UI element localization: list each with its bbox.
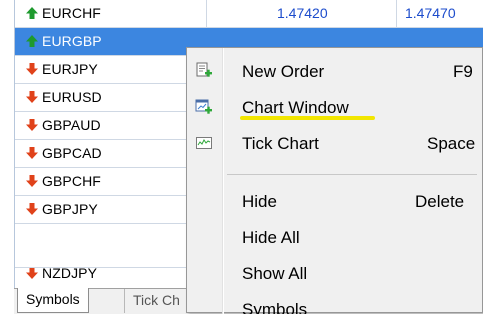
- menu-item-shortcut: Space: [427, 134, 476, 153]
- symbol-cell-blank: [15, 224, 207, 267]
- up-arrow-icon: [26, 35, 38, 47]
- symbol-label: GBPCAD: [42, 145, 102, 161]
- symbol-label: GBPJPY: [42, 201, 98, 217]
- menu-item-shortcut: Delete: [415, 192, 465, 211]
- menu-item-tick-chart[interactable]: Tick Chart Space: [187, 126, 482, 160]
- menu-item-label: Hide: [242, 192, 277, 211]
- symbol-label: EURCHF: [42, 5, 101, 21]
- menu-item-label: Symbols: [242, 300, 308, 314]
- symbol-label: EURJPY: [42, 61, 98, 77]
- down-arrow-icon: [26, 119, 38, 131]
- symbol-cell: EURCHF: [15, 0, 207, 27]
- down-arrow-icon: [26, 147, 38, 159]
- column-divider: [396, 0, 397, 27]
- symbol-cell: EURJPY: [15, 56, 207, 83]
- symbol-cell: GBPCAD: [15, 140, 207, 167]
- tab-symbols[interactable]: Symbols: [17, 288, 89, 313]
- down-arrow-icon: [26, 268, 38, 279]
- symbol-cell: EURGBP: [15, 28, 207, 55]
- down-arrow-icon: [26, 175, 38, 187]
- symbol-label: NZDJPY: [42, 268, 98, 281]
- symbol-cell: GBPJPY: [15, 196, 207, 223]
- menu-item-label: New Order: [242, 62, 325, 81]
- menu-item-label: Chart Window: [242, 98, 349, 117]
- symbol-label: EURUSD: [42, 89, 102, 105]
- context-menu: New Order F9 Chart Window Tick Chart Spa…: [186, 47, 483, 314]
- tick-chart-icon: [196, 137, 212, 149]
- symbol-label: GBPAUD: [42, 117, 101, 133]
- menu-item-new-order[interactable]: New Order F9: [187, 54, 482, 88]
- symbol-cell: GBPAUD: [15, 112, 207, 139]
- chart-window-icon: [195, 99, 212, 114]
- bid-price: 1.47420: [277, 5, 328, 21]
- down-arrow-icon: [26, 203, 38, 215]
- menu-item-hide[interactable]: Hide Delete: [187, 184, 482, 218]
- chart-window-highlight-underline: [240, 116, 375, 120]
- menu-item-label: Show All: [242, 264, 308, 283]
- symbol-label: GBPCHF: [42, 173, 101, 189]
- down-arrow-icon: [26, 63, 38, 75]
- symbol-row-eurchf[interactable]: EURCHF 1.47420 1.47470: [15, 0, 483, 28]
- symbol-label: EURGBP: [42, 33, 102, 49]
- new-order-icon: [196, 62, 212, 77]
- menu-item-symbols[interactable]: Symbols: [187, 292, 482, 314]
- ask-price: 1.47470: [405, 5, 456, 21]
- symbol-cell: GBPCHF: [15, 168, 207, 195]
- menu-item-label: Tick Chart: [242, 134, 319, 153]
- up-arrow-icon: [26, 7, 38, 19]
- tab-tick-chart[interactable]: Tick Ch: [124, 289, 188, 313]
- symbol-cell: NZDJPY: [15, 268, 207, 287]
- menu-separator: [227, 174, 477, 175]
- menu-item-show-all[interactable]: Show All: [187, 256, 482, 290]
- symbol-cell: EURUSD: [15, 84, 207, 111]
- menu-item-shortcut: F9: [453, 62, 473, 81]
- menu-item-label: Hide All: [242, 228, 300, 247]
- menu-item-hide-all[interactable]: Hide All: [187, 220, 482, 254]
- down-arrow-icon: [26, 91, 38, 103]
